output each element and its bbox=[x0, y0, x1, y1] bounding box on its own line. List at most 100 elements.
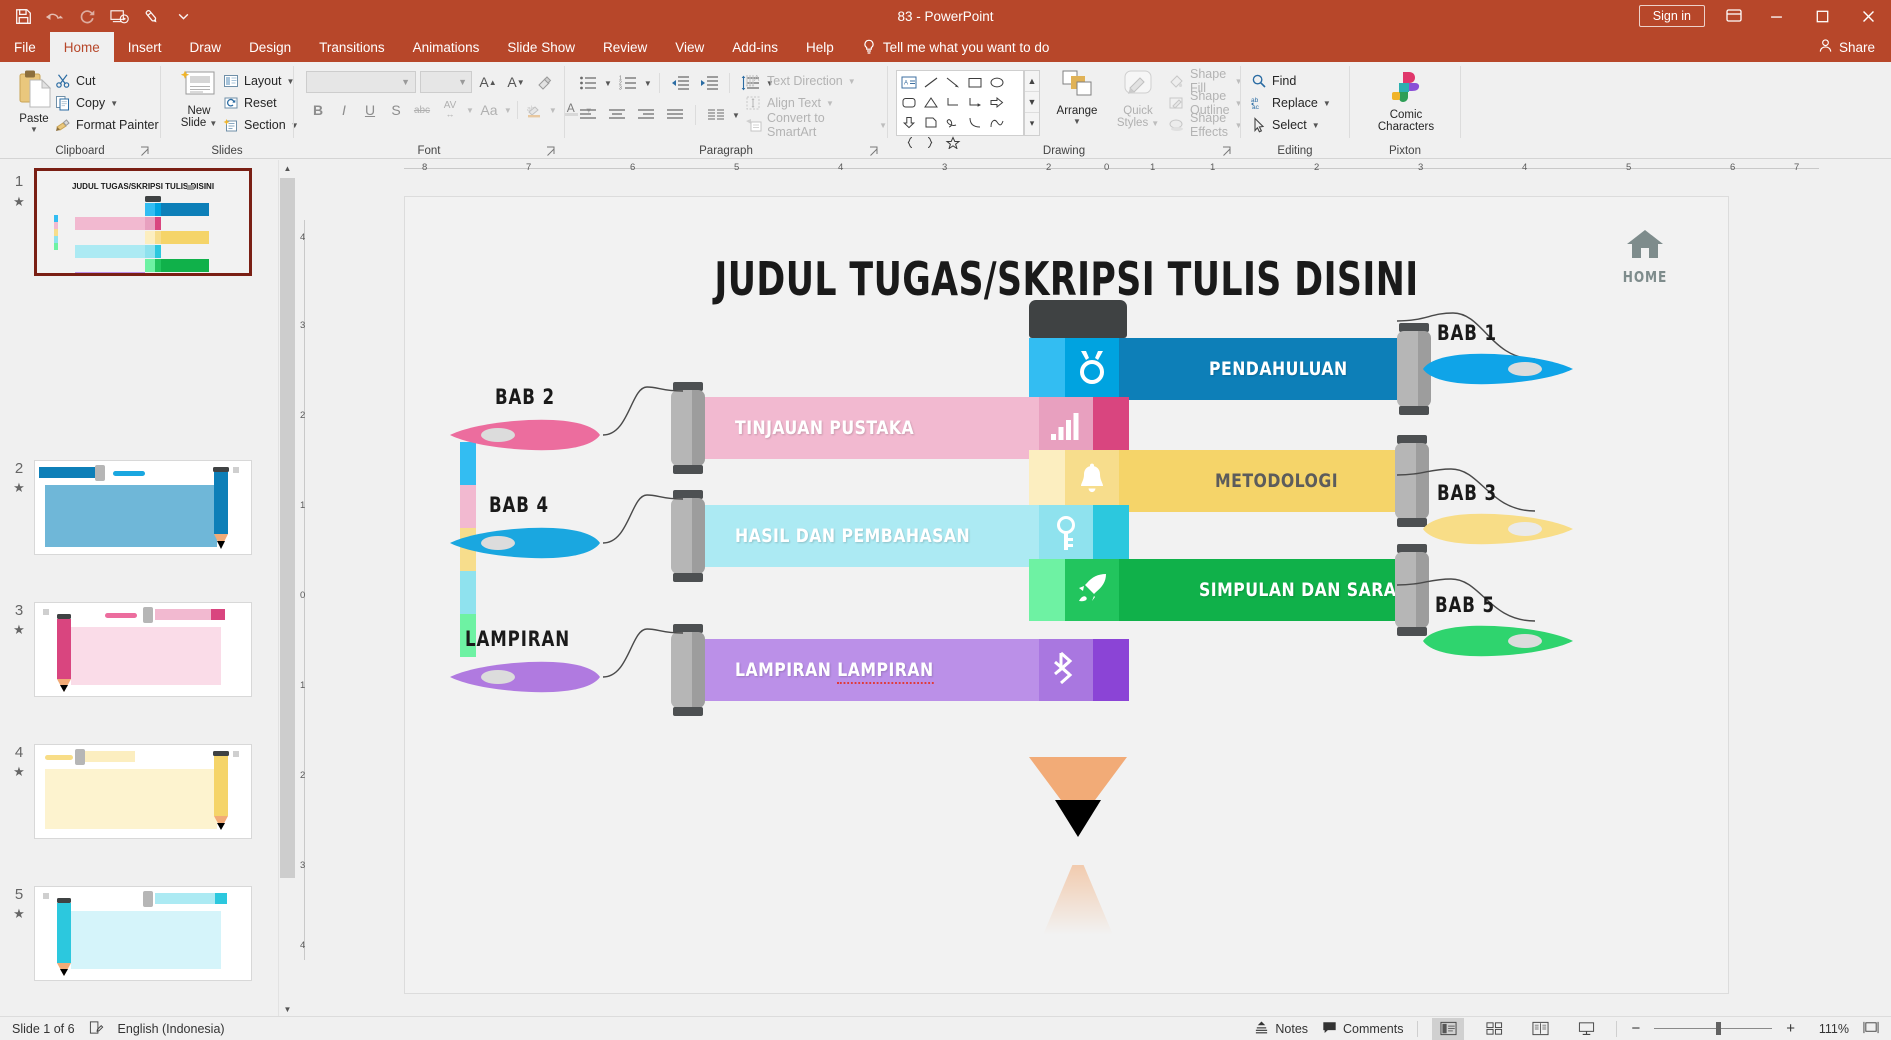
underline-button[interactable]: U bbox=[358, 99, 382, 121]
convert-to-smartart-button[interactable]: Convert to SmartArt ▼ bbox=[745, 111, 887, 139]
vertical-ruler[interactable]: 4 3 2 1 0 1 2 3 4 bbox=[295, 180, 313, 1000]
bar-label-hasil[interactable]: HASIL DAN PEMBAHASAN bbox=[735, 505, 970, 567]
find-button[interactable]: Find bbox=[1251, 70, 1331, 92]
undo-icon[interactable] bbox=[40, 3, 70, 29]
thumbnail-scrollbar-thumb[interactable] bbox=[280, 178, 295, 878]
thumbnail-scroll-up-button[interactable]: ▲ bbox=[279, 160, 296, 177]
thumbnail-slide-4[interactable] bbox=[34, 744, 252, 839]
shape-line-icon[interactable] bbox=[920, 72, 942, 92]
text-highlight-color-icon[interactable]: ab bbox=[523, 99, 547, 121]
shape-effects-button[interactable]: Shape Effects ▼ bbox=[1168, 111, 1243, 139]
shape-arrow-icon[interactable] bbox=[942, 72, 964, 92]
decrease-font-size-button[interactable]: A ▼ bbox=[504, 71, 528, 93]
bab-label-3[interactable]: BAB 3 bbox=[1437, 481, 1497, 505]
shape-scribble-icon[interactable] bbox=[942, 112, 964, 132]
numbering-button[interactable]: 123 bbox=[615, 72, 641, 94]
thumbnail-slide-5[interactable] bbox=[34, 886, 252, 981]
bab-label-5[interactable]: BAB 5 bbox=[1435, 593, 1495, 617]
shape-rectangle-icon[interactable] bbox=[964, 72, 986, 92]
comments-button[interactable]: Comments bbox=[1322, 1020, 1403, 1038]
shape-down-arrow-icon[interactable] bbox=[898, 112, 920, 132]
shape-oval-icon[interactable] bbox=[986, 72, 1008, 92]
shape-right-arrow-icon[interactable] bbox=[986, 92, 1008, 112]
zoom-out-button[interactable]: − bbox=[1631, 1020, 1640, 1037]
shape-elbow-connector-icon[interactable] bbox=[942, 92, 964, 112]
reset-button[interactable]: Reset bbox=[223, 92, 299, 114]
quick-styles-button[interactable]: Quick Styles ▼ bbox=[1110, 68, 1166, 129]
horizontal-ruler[interactable]: 8 7 6 5 4 3 2 1 0 1 2 3 4 5 6 7 bbox=[404, 160, 1819, 178]
copy-button[interactable]: Copy ▼ bbox=[55, 92, 159, 114]
shape-curve-icon[interactable] bbox=[964, 112, 986, 132]
tab-animations[interactable]: Animations bbox=[399, 32, 494, 62]
shapes-more-button[interactable]: ▾ bbox=[1025, 113, 1039, 134]
align-left-button[interactable] bbox=[575, 104, 601, 126]
bar-lampiran[interactable]: LAMPIRAN LAMPIRAN bbox=[671, 624, 1129, 716]
replace-caret[interactable]: ▼ bbox=[1323, 99, 1331, 108]
paragraph-dialog-launcher[interactable] bbox=[869, 144, 881, 156]
bar-label-pendahuluan[interactable]: PENDAHULUAN bbox=[1209, 338, 1348, 400]
strikethrough-button[interactable]: abc bbox=[410, 99, 434, 121]
new-slide-dropdown-caret[interactable]: ▼ bbox=[209, 119, 217, 128]
select-button[interactable]: Select ▼ bbox=[1251, 114, 1331, 136]
layout-button[interactable]: Layout ▼ bbox=[223, 70, 299, 92]
tab-slide-show[interactable]: Slide Show bbox=[493, 32, 589, 62]
customize-quick-access-toolbar-icon[interactable] bbox=[168, 3, 198, 29]
normal-view-button[interactable] bbox=[1432, 1017, 1465, 1040]
tab-home[interactable]: Home bbox=[49, 32, 114, 62]
shape-rounded-rectangle-icon[interactable] bbox=[898, 92, 920, 112]
bar-label-tinjauan-pustaka[interactable]: TINJAUAN PUSTAKA bbox=[735, 397, 914, 459]
align-text-caret[interactable]: ▼ bbox=[826, 99, 834, 108]
zoom-in-button[interactable]: + bbox=[1786, 1020, 1795, 1037]
tab-add-ins[interactable]: Add-ins bbox=[718, 32, 792, 62]
shape-text-box-icon[interactable]: A bbox=[898, 72, 920, 92]
format-painter-button[interactable]: Format Painter bbox=[55, 114, 159, 136]
redo-icon[interactable] bbox=[72, 3, 102, 29]
paste-button[interactable]: Paste ▼ bbox=[8, 68, 60, 134]
bullets-caret[interactable]: ▼ bbox=[604, 79, 612, 88]
bullets-button[interactable] bbox=[575, 72, 601, 94]
notes-button[interactable]: Notes bbox=[1254, 1020, 1308, 1038]
bab-label-4[interactable]: BAB 4 bbox=[489, 493, 549, 517]
text-direction-caret[interactable]: ▼ bbox=[848, 77, 856, 86]
bab-label-2[interactable]: BAB 2 bbox=[495, 385, 555, 409]
tab-transitions[interactable]: Transitions bbox=[305, 32, 399, 62]
fit-slide-to-window-icon[interactable] bbox=[1863, 1020, 1879, 1038]
paste-dropdown-caret[interactable]: ▼ bbox=[30, 125, 38, 134]
language-label[interactable]: English (Indonesia) bbox=[118, 1022, 225, 1036]
bar-label-lampiran[interactable]: LAMPIRAN LAMPIRAN bbox=[735, 639, 934, 701]
slide-show-button[interactable] bbox=[1570, 1018, 1602, 1040]
character-spacing-button[interactable]: AV ↔ bbox=[436, 99, 464, 121]
tab-design[interactable]: Design bbox=[235, 32, 305, 62]
thumbnail-slide-3[interactable] bbox=[34, 602, 252, 697]
copy-dropdown-caret[interactable]: ▼ bbox=[110, 99, 118, 108]
zoom-level-label[interactable]: 111% bbox=[1809, 1022, 1849, 1036]
shape-flowchart-icon[interactable] bbox=[920, 112, 942, 132]
bar-simpulan-dan-saran[interactable]: SIMPULAN DAN SARAN bbox=[1029, 544, 1429, 636]
new-slide-button[interactable]: New Slide ▼ bbox=[173, 68, 225, 129]
tell-me-search[interactable]: Tell me what you want to do bbox=[848, 32, 1064, 62]
ribbon-display-options-icon[interactable] bbox=[1715, 0, 1753, 32]
thumbnail-slide-1[interactable]: JUDUL TUGAS/SKRIPSI TULIS DISINI bbox=[34, 168, 252, 276]
shapes-scroll-down-button[interactable]: ▼ bbox=[1025, 92, 1039, 113]
bar-label-simpulan[interactable]: SIMPULAN DAN SARAN bbox=[1199, 559, 1410, 621]
shape-triangle-icon[interactable] bbox=[920, 92, 942, 112]
increase-font-size-button[interactable]: A ▲ bbox=[476, 71, 500, 93]
shapes-gallery-scroller[interactable]: ▲ ▼ ▾ bbox=[1024, 70, 1040, 136]
increase-indent-button[interactable] bbox=[696, 72, 722, 94]
slide-editing-surface[interactable]: JUDUL TUGAS/SKRIPSI TULIS DISINI HOME PE… bbox=[404, 196, 1729, 994]
font-name-input[interactable]: ▼ bbox=[306, 71, 416, 93]
section-button[interactable]: Section ▼ bbox=[223, 114, 299, 136]
close-icon[interactable] bbox=[1845, 0, 1891, 32]
slide-title[interactable]: JUDUL TUGAS/SKRIPSI TULIS DISINI bbox=[511, 252, 1622, 306]
slide-sorter-view-button[interactable] bbox=[1478, 1018, 1510, 1040]
bar-metodologi[interactable]: METODOLOGI bbox=[1029, 435, 1429, 527]
bar-pendahuluan[interactable]: PENDAHULUAN bbox=[1029, 323, 1431, 415]
bold-button[interactable]: B bbox=[306, 99, 330, 121]
columns-caret[interactable]: ▼ bbox=[732, 111, 740, 120]
start-from-beginning-icon[interactable] bbox=[104, 3, 134, 29]
decrease-indent-button[interactable] bbox=[667, 72, 693, 94]
cut-button[interactable]: Cut bbox=[55, 70, 159, 92]
reading-view-button[interactable] bbox=[1524, 1018, 1556, 1040]
share-button[interactable]: Share bbox=[1810, 38, 1883, 56]
change-case-caret[interactable]: ▼ bbox=[504, 106, 512, 115]
